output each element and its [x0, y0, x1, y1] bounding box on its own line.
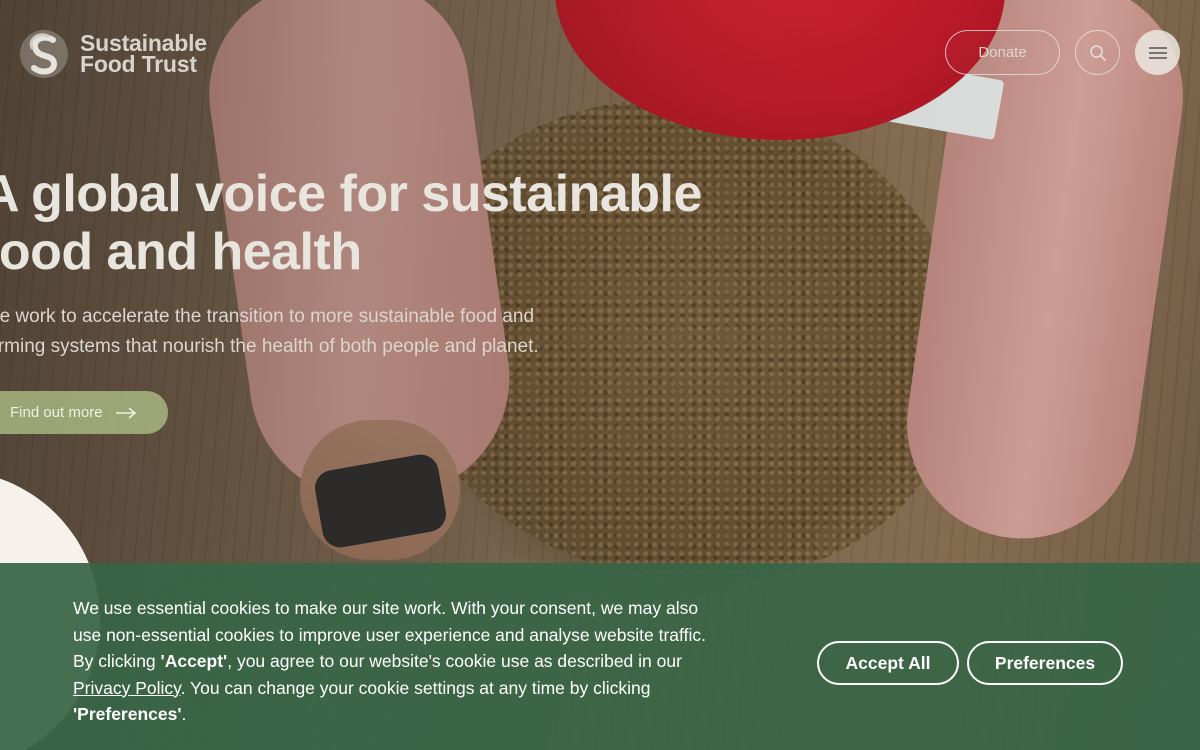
cookie-text-3: . You can change your cookie settings at… [180, 677, 651, 698]
cookie-preferences-quote: 'Preferences' [73, 704, 182, 724]
site-header: Sustainable Food Trust Donate [0, 0, 1200, 100]
cookie-banner: We use essential cookies to make our sit… [0, 563, 1200, 750]
hero-subtitle: We work to accelerate the transition to … [0, 306, 539, 357]
cookie-text-4: . [181, 704, 187, 724]
preferences-button[interactable]: Preferences [967, 641, 1123, 685]
page: Sustainable Food Trust Donate A global v… [0, 0, 1200, 750]
cookie-message: We use essential cookies to make our sit… [73, 595, 713, 728]
logo-line-2: Food Trust [80, 51, 197, 77]
hero-title: A global voice for sustainable food and … [0, 165, 702, 281]
donate-button[interactable]: Donate [945, 30, 1060, 75]
search-icon [1089, 44, 1106, 61]
hamburger-menu-icon [1148, 46, 1167, 59]
site-logo[interactable]: Sustainable Food Trust [18, 28, 207, 80]
search-button[interactable] [1075, 30, 1120, 75]
arrow-right-icon [115, 406, 136, 419]
accept-all-button[interactable]: Accept All [817, 641, 959, 685]
cta-label: Find out more [10, 404, 103, 421]
cookie-accept-quote: 'Accept' [160, 651, 228, 671]
menu-button[interactable] [1135, 30, 1180, 75]
logo-wordmark: Sustainable Food Trust [80, 32, 207, 77]
find-out-more-button[interactable]: Find out more [0, 391, 168, 434]
cookie-text-2: , you agree to our website's cookie use … [227, 651, 682, 671]
privacy-policy-link[interactable]: Privacy Policy [73, 678, 181, 698]
logo-s-icon [20, 30, 68, 78]
